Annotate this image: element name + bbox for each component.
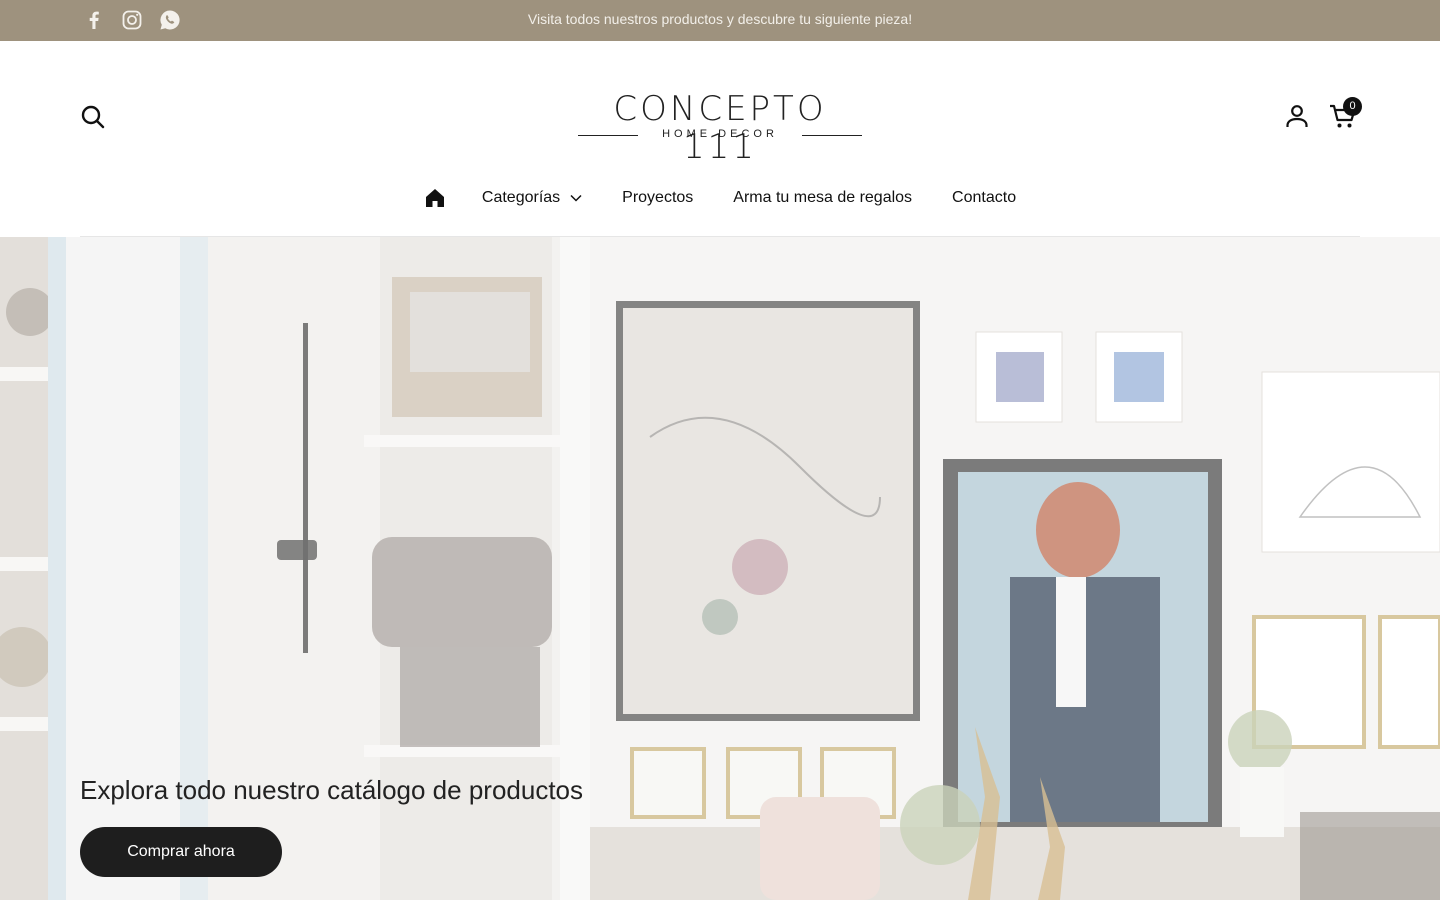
- account-icon[interactable]: [1284, 103, 1310, 129]
- hero-banner: Explora todo nuestro catálogo de product…: [0, 237, 1440, 900]
- home-icon[interactable]: [424, 187, 446, 209]
- announcement-text[interactable]: Visita todos nuestros productos y descub…: [0, 11, 1440, 27]
- logo-line-right: [802, 135, 862, 136]
- announcement-bar: Visita todos nuestros productos y descub…: [0, 0, 1440, 41]
- main-nav: Categorías Proyectos Arma tu mesa de reg…: [0, 187, 1440, 209]
- chevron-down-icon: [570, 194, 582, 202]
- nav-item-contacto[interactable]: Contacto: [952, 189, 1016, 207]
- shop-now-button[interactable]: Comprar ahora: [80, 827, 282, 877]
- site-header: CONCEPTO 111 HOME DECOR 0 Categorías Pro…: [0, 41, 1440, 237]
- site-logo[interactable]: CONCEPTO 111 HOME DECOR: [578, 90, 862, 166]
- logo-subtitle: HOME DECOR: [662, 128, 778, 140]
- nav-item-categorias[interactable]: Categorías: [482, 189, 582, 207]
- nav-item-proyectos[interactable]: Proyectos: [622, 189, 693, 207]
- hero-title: Explora todo nuestro catálogo de product…: [80, 775, 584, 805]
- nav-item-label: Categorías: [481, 189, 561, 206]
- search-icon[interactable]: [80, 104, 106, 130]
- cart-count-badge: 0: [1343, 97, 1362, 116]
- nav-item-mesa-de-regalos[interactable]: Arma tu mesa de regalos: [733, 189, 912, 207]
